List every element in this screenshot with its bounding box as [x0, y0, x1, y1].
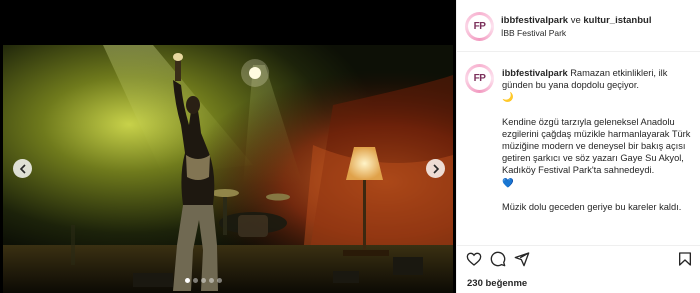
action-bar: [457, 245, 700, 267]
carousel-dot: [201, 278, 206, 283]
post-header: FP ibbfestivalpark ve kultur_istanbul İB…: [457, 0, 700, 52]
moon-emoji: 🌙: [502, 92, 514, 103]
header-accounts: ibbfestivalpark ve kultur_istanbul İBB F…: [501, 14, 651, 40]
instagram-post: FP ibbfestivalpark ve kultur_istanbul İB…: [0, 0, 700, 293]
carousel-dot: [217, 278, 222, 283]
carousel-dot: [193, 278, 198, 283]
bookmark-icon[interactable]: [677, 251, 693, 267]
carousel-dot: [209, 278, 214, 283]
account-link-collab[interactable]: kultur_istanbul: [583, 15, 651, 26]
chevron-left-icon: [19, 163, 27, 174]
blue-heart-emoji: 💙: [502, 177, 514, 188]
caption-paragraph-3: Müzik dolu geceden geriye bu kareler kal…: [502, 201, 682, 212]
avatar-initials: FP: [468, 67, 491, 90]
caption-username[interactable]: ibbfestivalpark: [502, 68, 568, 78]
carousel-dot: [185, 278, 190, 283]
concert-photo: [3, 45, 453, 293]
likes-count[interactable]: 230 beğenme: [467, 278, 527, 289]
comment-icon[interactable]: [490, 251, 506, 267]
account-avatar[interactable]: FP: [465, 12, 494, 41]
media-panel: [0, 0, 456, 293]
avatar-initials: FP: [468, 15, 491, 38]
share-icon[interactable]: [514, 251, 530, 267]
account-conjunction: ve: [570, 15, 581, 26]
caption-text: ibbfestivalpark Ramazan etkinlikleri, il…: [502, 67, 696, 225]
carousel-indicator: [185, 278, 222, 283]
caption-paragraph-2: Kendine özgü tarzıyla geleneksel Anadolu…: [502, 116, 691, 176]
location-link[interactable]: İBB Festival Park: [501, 27, 651, 40]
chevron-right-icon: [432, 163, 440, 174]
post-sidebar: FP ibbfestivalpark ve kultur_istanbul İB…: [456, 0, 700, 293]
caption-avatar[interactable]: FP: [465, 64, 494, 93]
carousel-next-button[interactable]: [426, 159, 445, 178]
caption-area: FP ibbfestivalpark Ramazan etkinlikleri,…: [457, 53, 700, 239]
heart-icon[interactable]: [466, 251, 482, 267]
carousel-prev-button[interactable]: [13, 159, 32, 178]
account-link-primary[interactable]: ibbfestivalpark: [501, 15, 568, 26]
